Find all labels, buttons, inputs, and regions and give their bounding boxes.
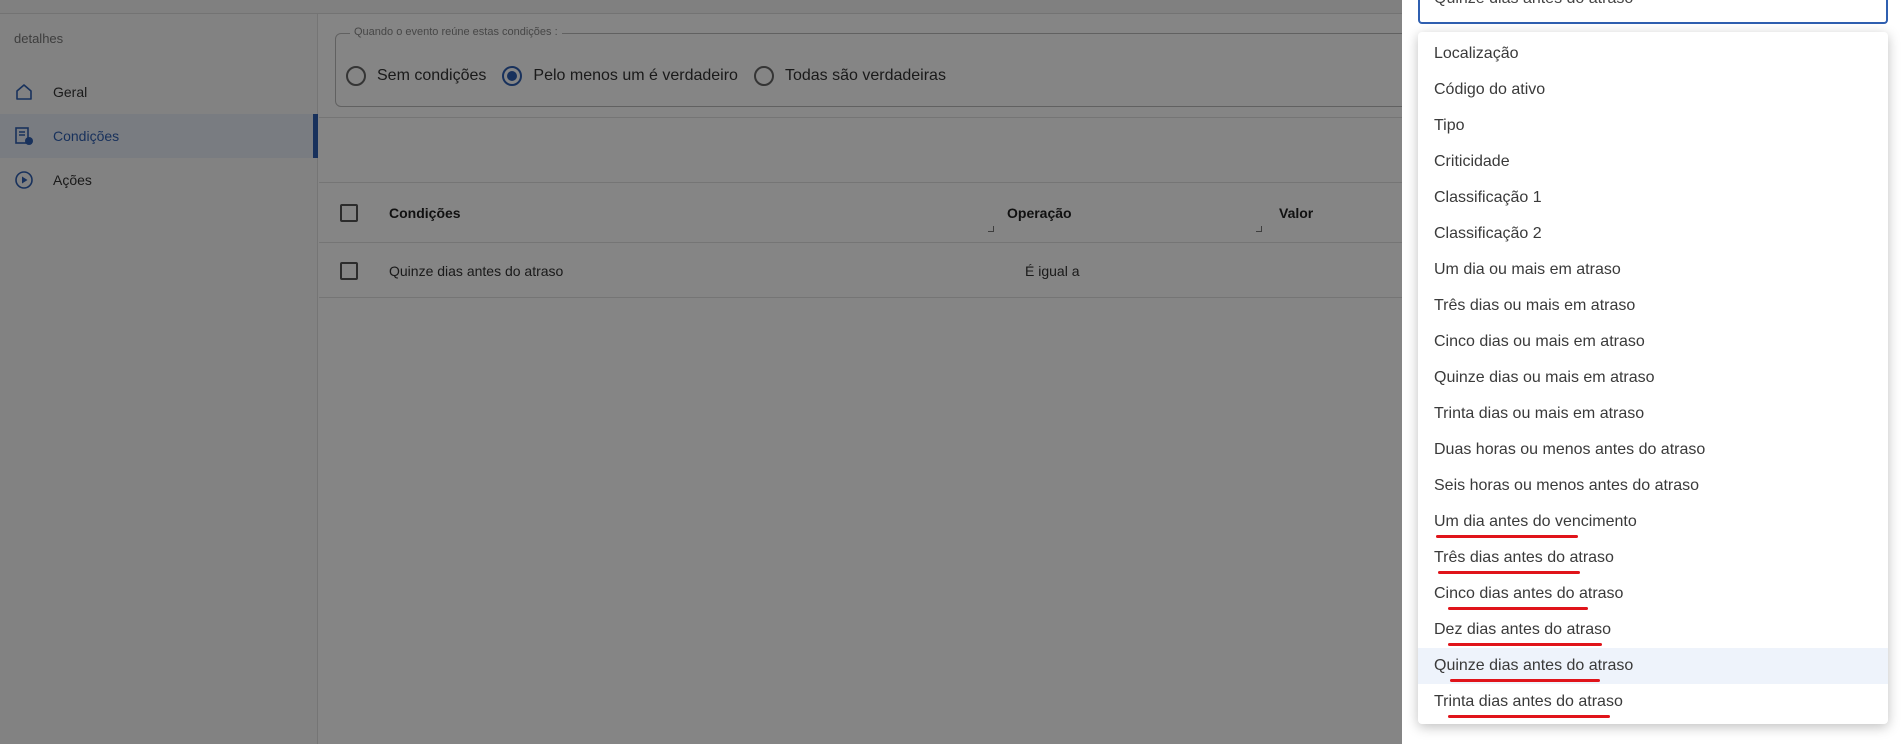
annotation-underline [1436, 535, 1578, 538]
modal-backdrop[interactable] [0, 0, 1402, 744]
dropdown-option[interactable]: Cinco dias antes do atraso [1418, 576, 1888, 612]
annotation-underline [1448, 643, 1602, 646]
dropdown-menu: Localização Código do ativo Tipo Critici… [1418, 32, 1888, 724]
dropdown-option[interactable]: Seis horas ou menos antes do atraso [1418, 468, 1888, 504]
dropdown-option[interactable]: Localização [1418, 36, 1888, 72]
dropdown-option[interactable]: Código do ativo [1418, 72, 1888, 108]
dropdown-option[interactable]: Três dias antes do atraso [1418, 540, 1888, 576]
annotation-underline [1438, 571, 1580, 574]
dropdown-option[interactable]: Trinta dias ou mais em atraso [1418, 396, 1888, 432]
dropdown-option-highlighted[interactable]: Quinze dias antes do atraso [1418, 648, 1888, 684]
dropdown-option[interactable]: Tipo [1418, 108, 1888, 144]
dropdown-option[interactable]: Trinta dias antes do atraso [1418, 684, 1888, 720]
dropdown-option[interactable]: Um dia ou mais em atraso [1418, 252, 1888, 288]
dropdown-option[interactable]: Criticidade [1418, 144, 1888, 180]
dropdown-option[interactable]: Cinco dias ou mais em atraso [1418, 324, 1888, 360]
annotation-underline [1448, 607, 1588, 610]
dropdown-option[interactable]: Um dia antes do vencimento [1418, 504, 1888, 540]
select-value: Quinze dias antes do atraso [1434, 0, 1633, 8]
condition-select[interactable]: Quinze dias antes do atraso [1418, 0, 1888, 24]
dropdown-option[interactable]: Classificação 2 [1418, 216, 1888, 252]
annotation-underline [1450, 679, 1600, 682]
dropdown-option[interactable]: Quinze dias ou mais em atraso [1418, 360, 1888, 396]
side-panel: Quinze dias antes do atraso Localização … [1402, 0, 1902, 744]
dropdown-option[interactable]: Duas horas ou menos antes do atraso [1418, 432, 1888, 468]
dropdown-option[interactable]: Classificação 1 [1418, 180, 1888, 216]
dropdown-option[interactable]: Três dias ou mais em atraso [1418, 288, 1888, 324]
dropdown-option[interactable]: Dez dias antes do atraso [1418, 612, 1888, 648]
annotation-underline [1448, 715, 1610, 718]
